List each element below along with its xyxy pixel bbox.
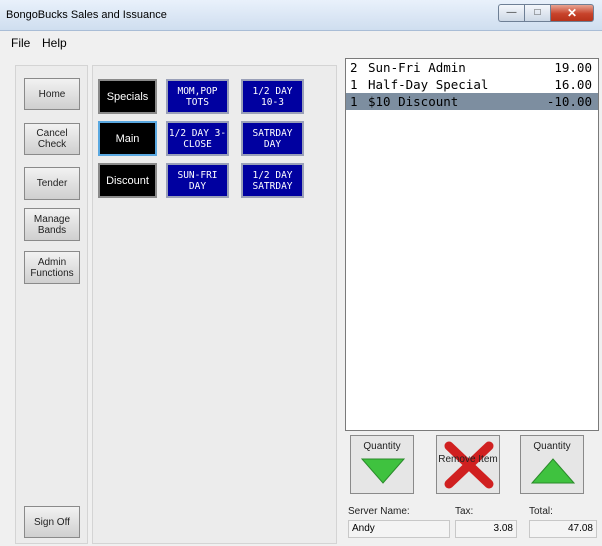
quantity-down-button[interactable]: Quantity xyxy=(350,435,414,494)
item-mom-pop-tots[interactable]: MOM,POP TOTS xyxy=(166,79,229,114)
maximize-icon: □ xyxy=(534,7,541,18)
order-row[interactable]: 1 Half-Day Special 16.00 xyxy=(346,76,598,93)
total-field: 47.08 xyxy=(529,520,597,538)
order-item-name: $10 Discount xyxy=(368,94,459,109)
server-name-field: Andy xyxy=(348,520,450,538)
menu-file[interactable]: File xyxy=(11,36,30,50)
arrow-up-icon xyxy=(531,458,575,484)
order-row[interactable]: 2 Sun-Fri Admin 19.00 xyxy=(346,59,598,76)
item-sun-fri-day[interactable]: SUN-FRI DAY xyxy=(166,163,229,198)
remove-x-icon xyxy=(444,441,494,489)
admin-functions-button[interactable]: Admin Functions xyxy=(24,251,80,284)
item-half-day-3-close[interactable]: 1/2 DAY 3-CLOSE xyxy=(166,121,229,156)
arrow-down-icon xyxy=(361,458,405,484)
menu-bar: File Help xyxy=(0,31,602,53)
category-main[interactable]: Main xyxy=(98,121,157,156)
client-area: Home Cancel Check Tender Manage Bands Ad… xyxy=(0,53,602,546)
order-price: 19.00 xyxy=(554,60,592,75)
quantity-down-label: Quantity xyxy=(363,441,401,452)
menu-grid-panel: Specials Main Discount MOM,POP TOTS 1/2 … xyxy=(92,65,337,544)
window-title: BongoBucks Sales and Issuance xyxy=(6,9,167,21)
order-item-name: Sun-Fri Admin xyxy=(368,60,466,75)
tender-button[interactable]: Tender xyxy=(24,167,80,200)
tax-field: 3.08 xyxy=(455,520,517,538)
item-half-day-saturday[interactable]: 1/2 DAY SATRDAY xyxy=(241,163,304,198)
title-bar: BongoBucks Sales and Issuance — □ ✕ xyxy=(0,0,602,31)
tax-label: Tax: xyxy=(455,506,474,517)
remove-item-button[interactable]: Remove Item xyxy=(436,435,500,494)
category-discount[interactable]: Discount xyxy=(98,163,157,198)
server-name-label: Server Name: xyxy=(348,506,410,517)
quantity-up-label: Quantity xyxy=(533,441,571,452)
order-price: -10.00 xyxy=(546,94,592,109)
nav-panel: Home Cancel Check Tender Manage Bands Ad… xyxy=(15,65,88,544)
home-button[interactable]: Home xyxy=(24,78,80,110)
item-saturday-day[interactable]: SATRDAY DAY xyxy=(241,121,304,156)
total-label: Total: xyxy=(529,506,553,517)
order-list[interactable]: 2 Sun-Fri Admin 19.00 1 Half-Day Special… xyxy=(345,58,599,431)
remove-item-label: Remove Item xyxy=(438,454,498,465)
maximize-button[interactable]: □ xyxy=(524,4,550,22)
minimize-button[interactable]: — xyxy=(498,4,524,22)
category-specials[interactable]: Specials xyxy=(98,79,157,114)
minimize-icon: — xyxy=(506,7,517,18)
order-qty: 1 xyxy=(350,94,358,109)
close-button[interactable]: ✕ xyxy=(550,4,594,22)
order-qty: 1 xyxy=(350,77,358,92)
close-icon: ✕ xyxy=(566,6,578,20)
manage-bands-button[interactable]: Manage Bands xyxy=(24,208,80,241)
cancel-check-button[interactable]: Cancel Check xyxy=(24,123,80,155)
quantity-up-button[interactable]: Quantity xyxy=(520,435,584,494)
menu-help[interactable]: Help xyxy=(42,36,67,50)
item-half-day-10-3[interactable]: 1/2 DAY 10-3 xyxy=(241,79,304,114)
order-item-name: Half-Day Special xyxy=(368,77,489,92)
sign-off-button[interactable]: Sign Off xyxy=(24,506,80,538)
window-controls: — □ ✕ xyxy=(498,4,594,22)
order-qty: 2 xyxy=(350,60,358,75)
order-price: 16.00 xyxy=(554,77,592,92)
order-row-selected[interactable]: 1 $10 Discount -10.00 xyxy=(346,93,598,110)
